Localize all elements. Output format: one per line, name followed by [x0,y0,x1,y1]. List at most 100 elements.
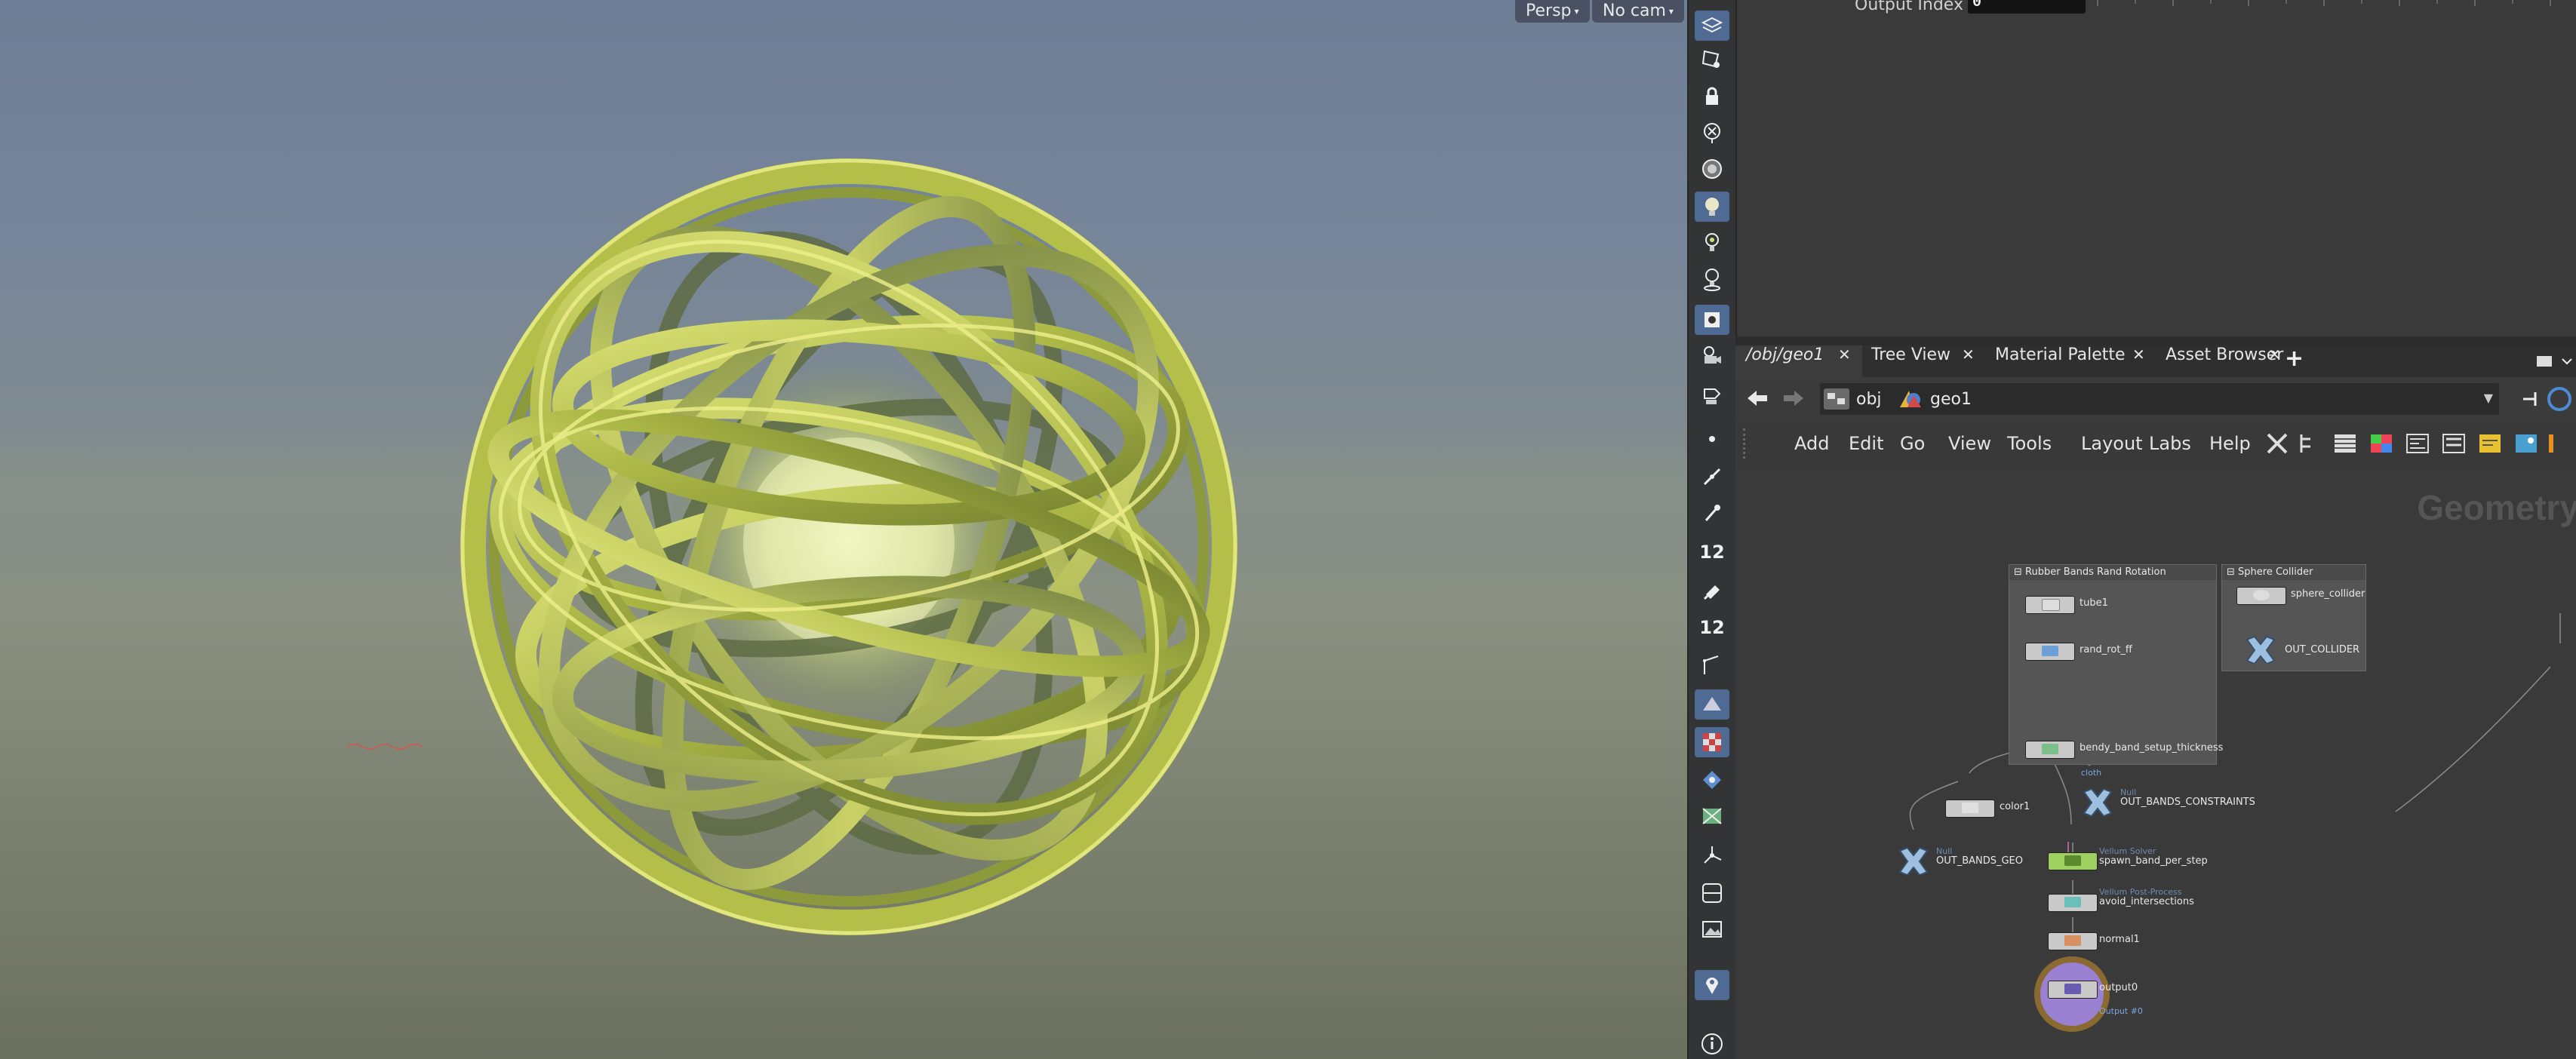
output-index-slider[interactable] [2090,0,2573,12]
crumb-obj[interactable]: obj [1823,388,1882,410]
menu-layout[interactable]: Layout [2081,433,2143,454]
node-rand-rot-ff[interactable] [2025,643,2075,661]
geometry-context-icon [1900,391,1921,407]
pane-splitter[interactable] [1735,336,2576,345]
uv-button[interactable] [1695,801,1729,831]
close-icon[interactable]: ✕ [2132,345,2145,364]
node-spawn-band-per-step[interactable] [2048,852,2098,870]
profile-button[interactable] [1695,650,1729,680]
background-button[interactable] [1695,914,1729,944]
node-tube1[interactable] [2025,596,2075,614]
crumb-obj-label: obj [1856,389,1882,409]
light-icon [1705,198,1719,216]
scene-viewport[interactable]: Persp ▾ No cam ▾ [0,0,1687,1059]
pin-pane-icon[interactable] [2520,386,2573,412]
menu-labs[interactable]: Labs [2149,433,2191,454]
tab-obj-geo1[interactable]: /obj/geo1 ✕ [1735,345,1862,377]
close-icon[interactable]: ✕ [1838,345,1851,364]
texture-button[interactable] [1695,727,1729,757]
output-index-label: Output Index [1855,0,1963,14]
headlight-button[interactable] [1695,228,1729,258]
network-editor[interactable]: Geometry ⊟ Rubber Bands Rand Rotation ⊟ … [1735,468,2576,1059]
menu-help[interactable]: Help [2209,433,2251,454]
pin-button[interactable] [1695,970,1729,1000]
output-index-field[interactable]: 0 [1968,0,2086,14]
render-button[interactable] [1695,380,1729,410]
info-icon [1701,1033,1723,1054]
view-mode-button[interactable] [1695,44,1729,74]
node-output0[interactable] [2048,981,2098,999]
output-name: Output #0 [2099,1006,2143,1016]
path-dropdown-icon[interactable]: ▼ [2484,391,2493,405]
camera-button[interactable] [1695,341,1729,371]
network-menu-bar: Add Edit Go View Tools Layout Labs Help [1735,421,2576,468]
back-arrow-icon[interactable] [1744,388,1770,409]
wireframe-button[interactable] [1695,689,1729,720]
node-out-bands-constraints[interactable] [2080,784,2116,821]
background-icon [1702,921,1722,938]
menu-add[interactable]: Add [1794,433,1829,454]
point-button[interactable] [1695,424,1729,454]
tab-material-palette[interactable]: Material Palette ✕ [1984,345,2156,377]
transform-button[interactable] [1695,840,1729,870]
pin-icon [1706,978,1718,994]
select-mode-icon [1701,17,1723,33]
grid-icon [2371,434,2392,453]
node-bendy-band-setup-thickness[interactable] [2025,741,2075,759]
pane-menu-icon[interactable] [2535,353,2573,371]
forward-arrow-icon[interactable] [1781,388,1806,409]
info-button[interactable] [1695,1029,1729,1059]
tab-asset-browser[interactable]: Asset Browser ✕ [2155,345,2292,377]
spotlight-button[interactable] [1695,264,1729,294]
viewport-toolbar: 12 12 [1687,0,1737,1059]
path-field[interactable]: obj geo1 ▼ [1820,383,2499,415]
node-out-bands-geo[interactable] [1895,843,1932,879]
details-icon [2406,434,2429,453]
normal-icon [1703,771,1721,789]
select-mode-button[interactable] [1695,11,1729,41]
node-label: color1 [2000,801,2030,812]
lock-button[interactable] [1695,81,1729,112]
node-color1[interactable] [1945,800,1995,818]
pen-button[interactable] [1695,498,1729,528]
camera-icon [1704,346,1721,364]
crumb-geo1[interactable]: geo1 [1897,388,1972,410]
display-icon [1705,312,1720,327]
node-out-collider[interactable] [2242,632,2279,668]
node-normal1[interactable] [2048,932,2098,950]
hide-button[interactable] [1695,118,1729,148]
menu-tools[interactable]: Tools [2007,433,2052,454]
prim-numbers-button[interactable]: 12 [1695,612,1729,643]
layout-button[interactable] [1695,878,1729,908]
close-icon[interactable]: ✕ [2268,345,2281,364]
add-tab-button[interactable]: + [2285,345,2304,377]
node-avoid-intersections[interactable] [2048,894,2098,912]
network-box-title: ⊟ Rubber Bands Rand Rotation [2009,565,2216,580]
menu-go[interactable]: Go [1900,433,1925,454]
profile-icon [1703,655,1719,674]
curve-icon [1703,468,1721,486]
curve-button[interactable] [1695,462,1729,492]
node-sphere-collider[interactable] [2236,587,2286,605]
spotlight-icon [1704,269,1720,291]
normal-button[interactable] [1695,765,1729,795]
light-button[interactable] [1695,192,1729,222]
tab-tree-view[interactable]: Tree View ✕ [1861,345,1986,377]
wrench-icon [2267,433,2288,454]
ghost-button[interactable] [1695,154,1729,184]
point-numbers-button[interactable]: 12 [1695,537,1729,567]
menu-grip[interactable] [1743,428,1750,459]
close-icon[interactable]: ✕ [1962,345,1975,364]
dropdown-arrow-icon: ▾ [1668,6,1674,17]
menu-edit[interactable]: Edit [1849,433,1883,454]
tab-label: Asset Browser [2166,345,2284,364]
paint-button[interactable] [1695,576,1729,606]
display-button[interactable] [1695,305,1729,335]
camera-menu[interactable]: No cam ▾ [1592,0,1684,23]
ghost-icon [1702,159,1722,179]
texture-icon [1703,733,1721,751]
menu-view[interactable]: View [1948,433,1991,454]
node-label: sphere_collider [2291,588,2365,600]
network-box-rubber-bands[interactable]: ⊟ Rubber Bands Rand Rotation [2009,564,2217,765]
camera-view-menu[interactable]: Persp ▾ [1515,0,1590,23]
